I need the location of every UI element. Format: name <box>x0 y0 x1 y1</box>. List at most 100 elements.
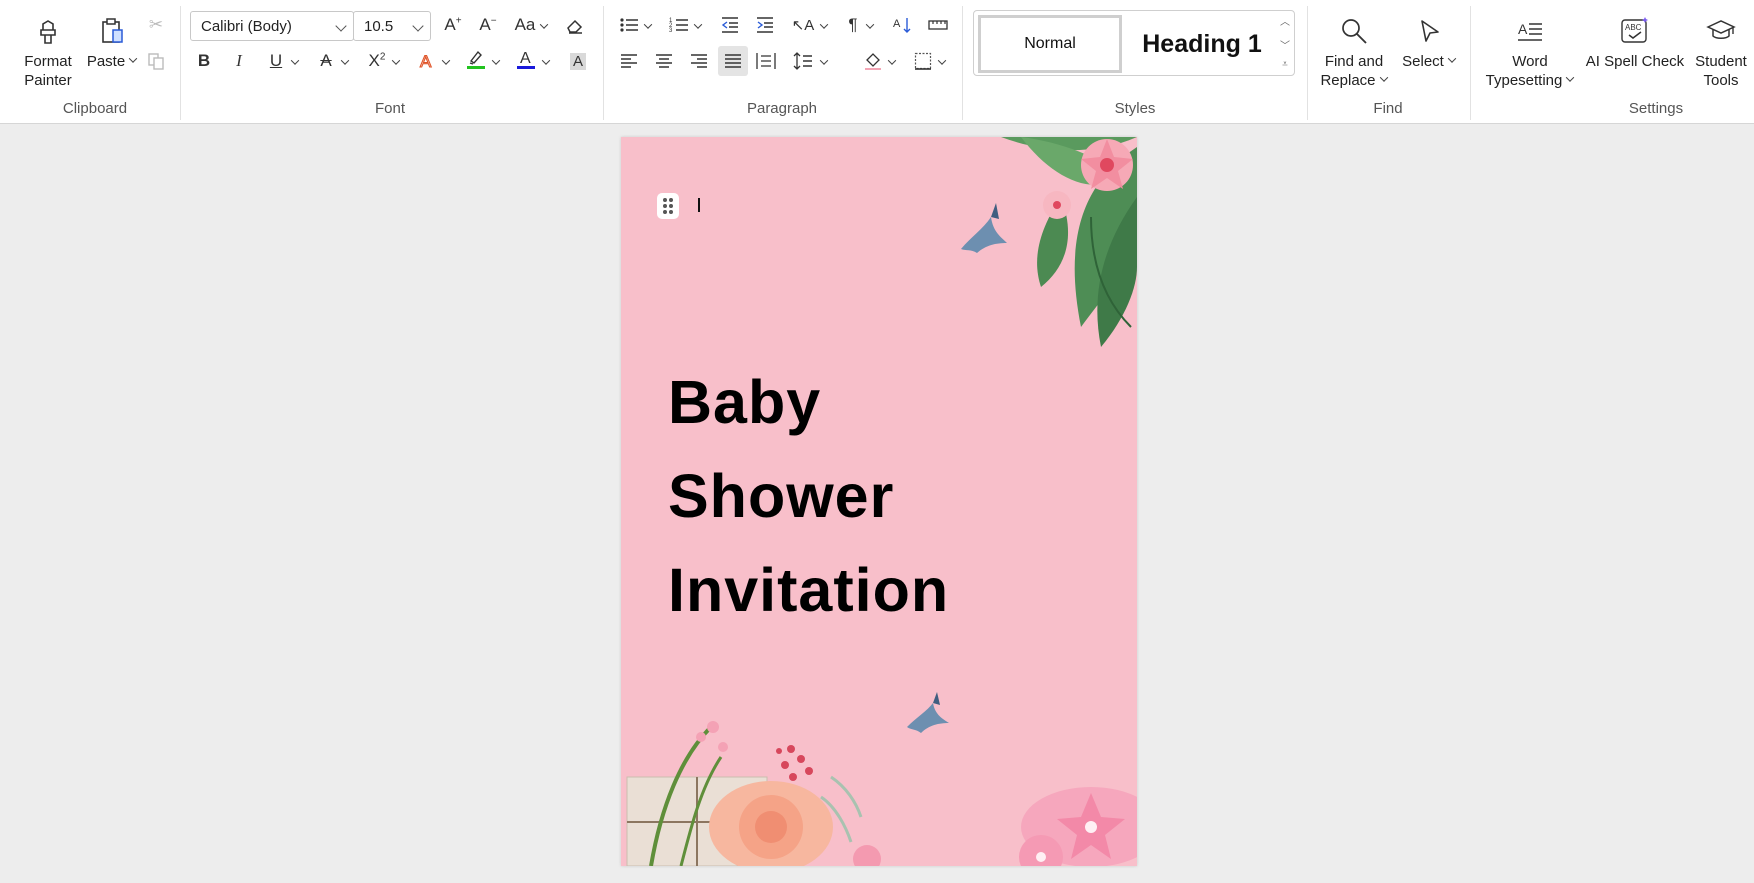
table-insert-button[interactable] <box>925 12 951 38</box>
title-line-1[interactable]: Baby <box>668 367 821 437</box>
underline-dropdown[interactable] <box>291 58 299 66</box>
italic-button[interactable]: I <box>226 48 252 74</box>
justify-icon <box>725 54 741 68</box>
copy-icon <box>148 53 164 70</box>
borders-button[interactable] <box>910 48 936 74</box>
character-shading-button[interactable]: A <box>565 48 591 74</box>
increase-indent-button[interactable] <box>752 12 778 38</box>
text-effects-button[interactable]: A <box>414 48 440 74</box>
strikethrough-icon: A <box>320 51 332 70</box>
find-group-label: Find <box>1373 100 1403 117</box>
grow-font-button[interactable]: A+ <box>440 12 466 38</box>
document-page[interactable]: Baby Shower Invitation <box>621 137 1137 866</box>
strikethrough-button[interactable]: A <box>313 48 339 74</box>
paste-button[interactable]: Paste <box>84 14 140 71</box>
align-center-button[interactable] <box>651 48 677 74</box>
underline-button[interactable]: U <box>263 48 289 74</box>
font-color-button[interactable]: A <box>513 46 539 72</box>
select-button[interactable]: Select <box>1396 14 1462 71</box>
numbering-button[interactable]: 123 <box>666 12 692 38</box>
borders-dropdown[interactable] <box>938 58 946 66</box>
bottom-left-bouquet <box>626 721 881 866</box>
strikethrough-dropdown[interactable] <box>341 58 349 66</box>
superscript-dropdown[interactable] <box>392 58 400 66</box>
find-replace-label-1: Find and <box>1324 53 1384 70</box>
align-left-button[interactable] <box>616 48 642 74</box>
styles-expand[interactable]: ⩡ <box>1278 57 1292 71</box>
text-direction-icon: ↖A <box>791 17 815 34</box>
svg-text:A: A <box>520 50 531 67</box>
format-painter-button[interactable]: Format Painter <box>18 14 78 90</box>
font-name-value: Calibri (Body) <box>201 17 292 35</box>
show-marks-dropdown[interactable] <box>866 22 874 30</box>
title-line-2[interactable]: Shower <box>668 461 894 531</box>
cut-button[interactable]: ✂ <box>143 12 169 38</box>
paragraph-drag-handle[interactable] <box>657 193 679 219</box>
shading-button[interactable] <box>860 48 886 74</box>
separator <box>1470 6 1471 120</box>
separator <box>180 6 181 120</box>
ai-spell-check-label: AI Spell Check <box>1585 53 1685 70</box>
show-marks-button[interactable]: ¶ <box>840 12 866 38</box>
text-direction-dropdown[interactable] <box>820 22 828 30</box>
bullets-dropdown[interactable] <box>644 22 652 30</box>
decrease-indent-button[interactable] <box>717 12 743 38</box>
student-tools-button[interactable]: Student Tools <box>1690 14 1752 90</box>
copy-button[interactable] <box>143 48 169 74</box>
text-direction-button[interactable]: ↖A <box>790 12 816 38</box>
font-color-dropdown[interactable] <box>542 58 550 66</box>
title-line-3[interactable]: Invitation <box>668 555 949 625</box>
bold-icon: B <box>197 51 211 70</box>
settings-group-label: Settings <box>1628 100 1684 117</box>
bold-button[interactable]: B <box>191 48 217 74</box>
change-case-button[interactable]: Aa <box>512 12 538 38</box>
format-painter-label-2: Painter <box>24 72 72 89</box>
numbering-dropdown[interactable] <box>694 22 702 30</box>
character-shading-icon: A <box>569 52 586 70</box>
typesetting-icon: A <box>1513 14 1547 48</box>
underline-icon: U <box>269 51 283 70</box>
magnifier-icon <box>1337 14 1371 48</box>
text-cursor <box>698 198 700 212</box>
style-heading-1[interactable]: Heading 1 <box>1132 15 1272 73</box>
justify-button[interactable] <box>718 46 748 76</box>
align-right-button[interactable] <box>686 48 712 74</box>
line-spacing-dropdown[interactable] <box>820 58 828 66</box>
chevron-down-icon <box>335 20 347 32</box>
styles-scroll-up[interactable]: ︿ <box>1278 13 1292 28</box>
highlight-button[interactable] <box>463 46 489 72</box>
line-spacing-button[interactable] <box>790 48 816 74</box>
student-tools-label-1: Student <box>1695 53 1747 70</box>
font-size-select[interactable]: 10.5 <box>353 11 431 41</box>
ai-spell-check-button[interactable]: ABC AI Spell Check <box>1582 14 1688 71</box>
font-size-value: 10.5 <box>364 17 394 35</box>
pilcrow-icon: ¶ <box>848 15 858 34</box>
superscript-button[interactable]: X2 <box>364 48 390 74</box>
svg-text:A: A <box>1518 21 1528 37</box>
distributed-button[interactable] <box>753 48 779 74</box>
format-painter-label-1: Format <box>24 53 72 70</box>
bird-decoration <box>961 203 1007 253</box>
text-effects-dropdown[interactable] <box>442 58 450 66</box>
find-replace-button[interactable]: Find and Replace <box>1316 14 1392 90</box>
word-typesetting-button[interactable]: A Word Typesetting <box>1480 14 1580 90</box>
svg-text:A: A <box>420 52 432 71</box>
sort-icon: A <box>893 18 911 33</box>
separator <box>1307 6 1308 120</box>
font-group-label: Font <box>374 100 405 117</box>
change-case-dropdown[interactable] <box>540 22 548 30</box>
clear-format-button[interactable] <box>562 12 588 38</box>
drag-handle-icon <box>663 198 673 214</box>
ruler-icon <box>928 20 948 30</box>
sort-button[interactable]: A <box>890 12 916 38</box>
paragraph-group-label: Paragraph <box>746 100 818 117</box>
shading-dropdown[interactable] <box>888 58 896 66</box>
shrink-font-button[interactable]: A− <box>475 12 501 38</box>
svg-text:A: A <box>893 18 901 30</box>
font-name-select[interactable]: Calibri (Body) <box>190 11 354 41</box>
highlight-dropdown[interactable] <box>492 58 500 66</box>
styles-scroll-down[interactable]: ﹀ <box>1278 37 1292 52</box>
bullets-button[interactable] <box>616 12 642 38</box>
ribbon-toolbar: Format Painter Paste ✂ Clipboard Calibri… <box>0 0 1754 124</box>
style-normal[interactable]: Normal <box>978 15 1122 73</box>
